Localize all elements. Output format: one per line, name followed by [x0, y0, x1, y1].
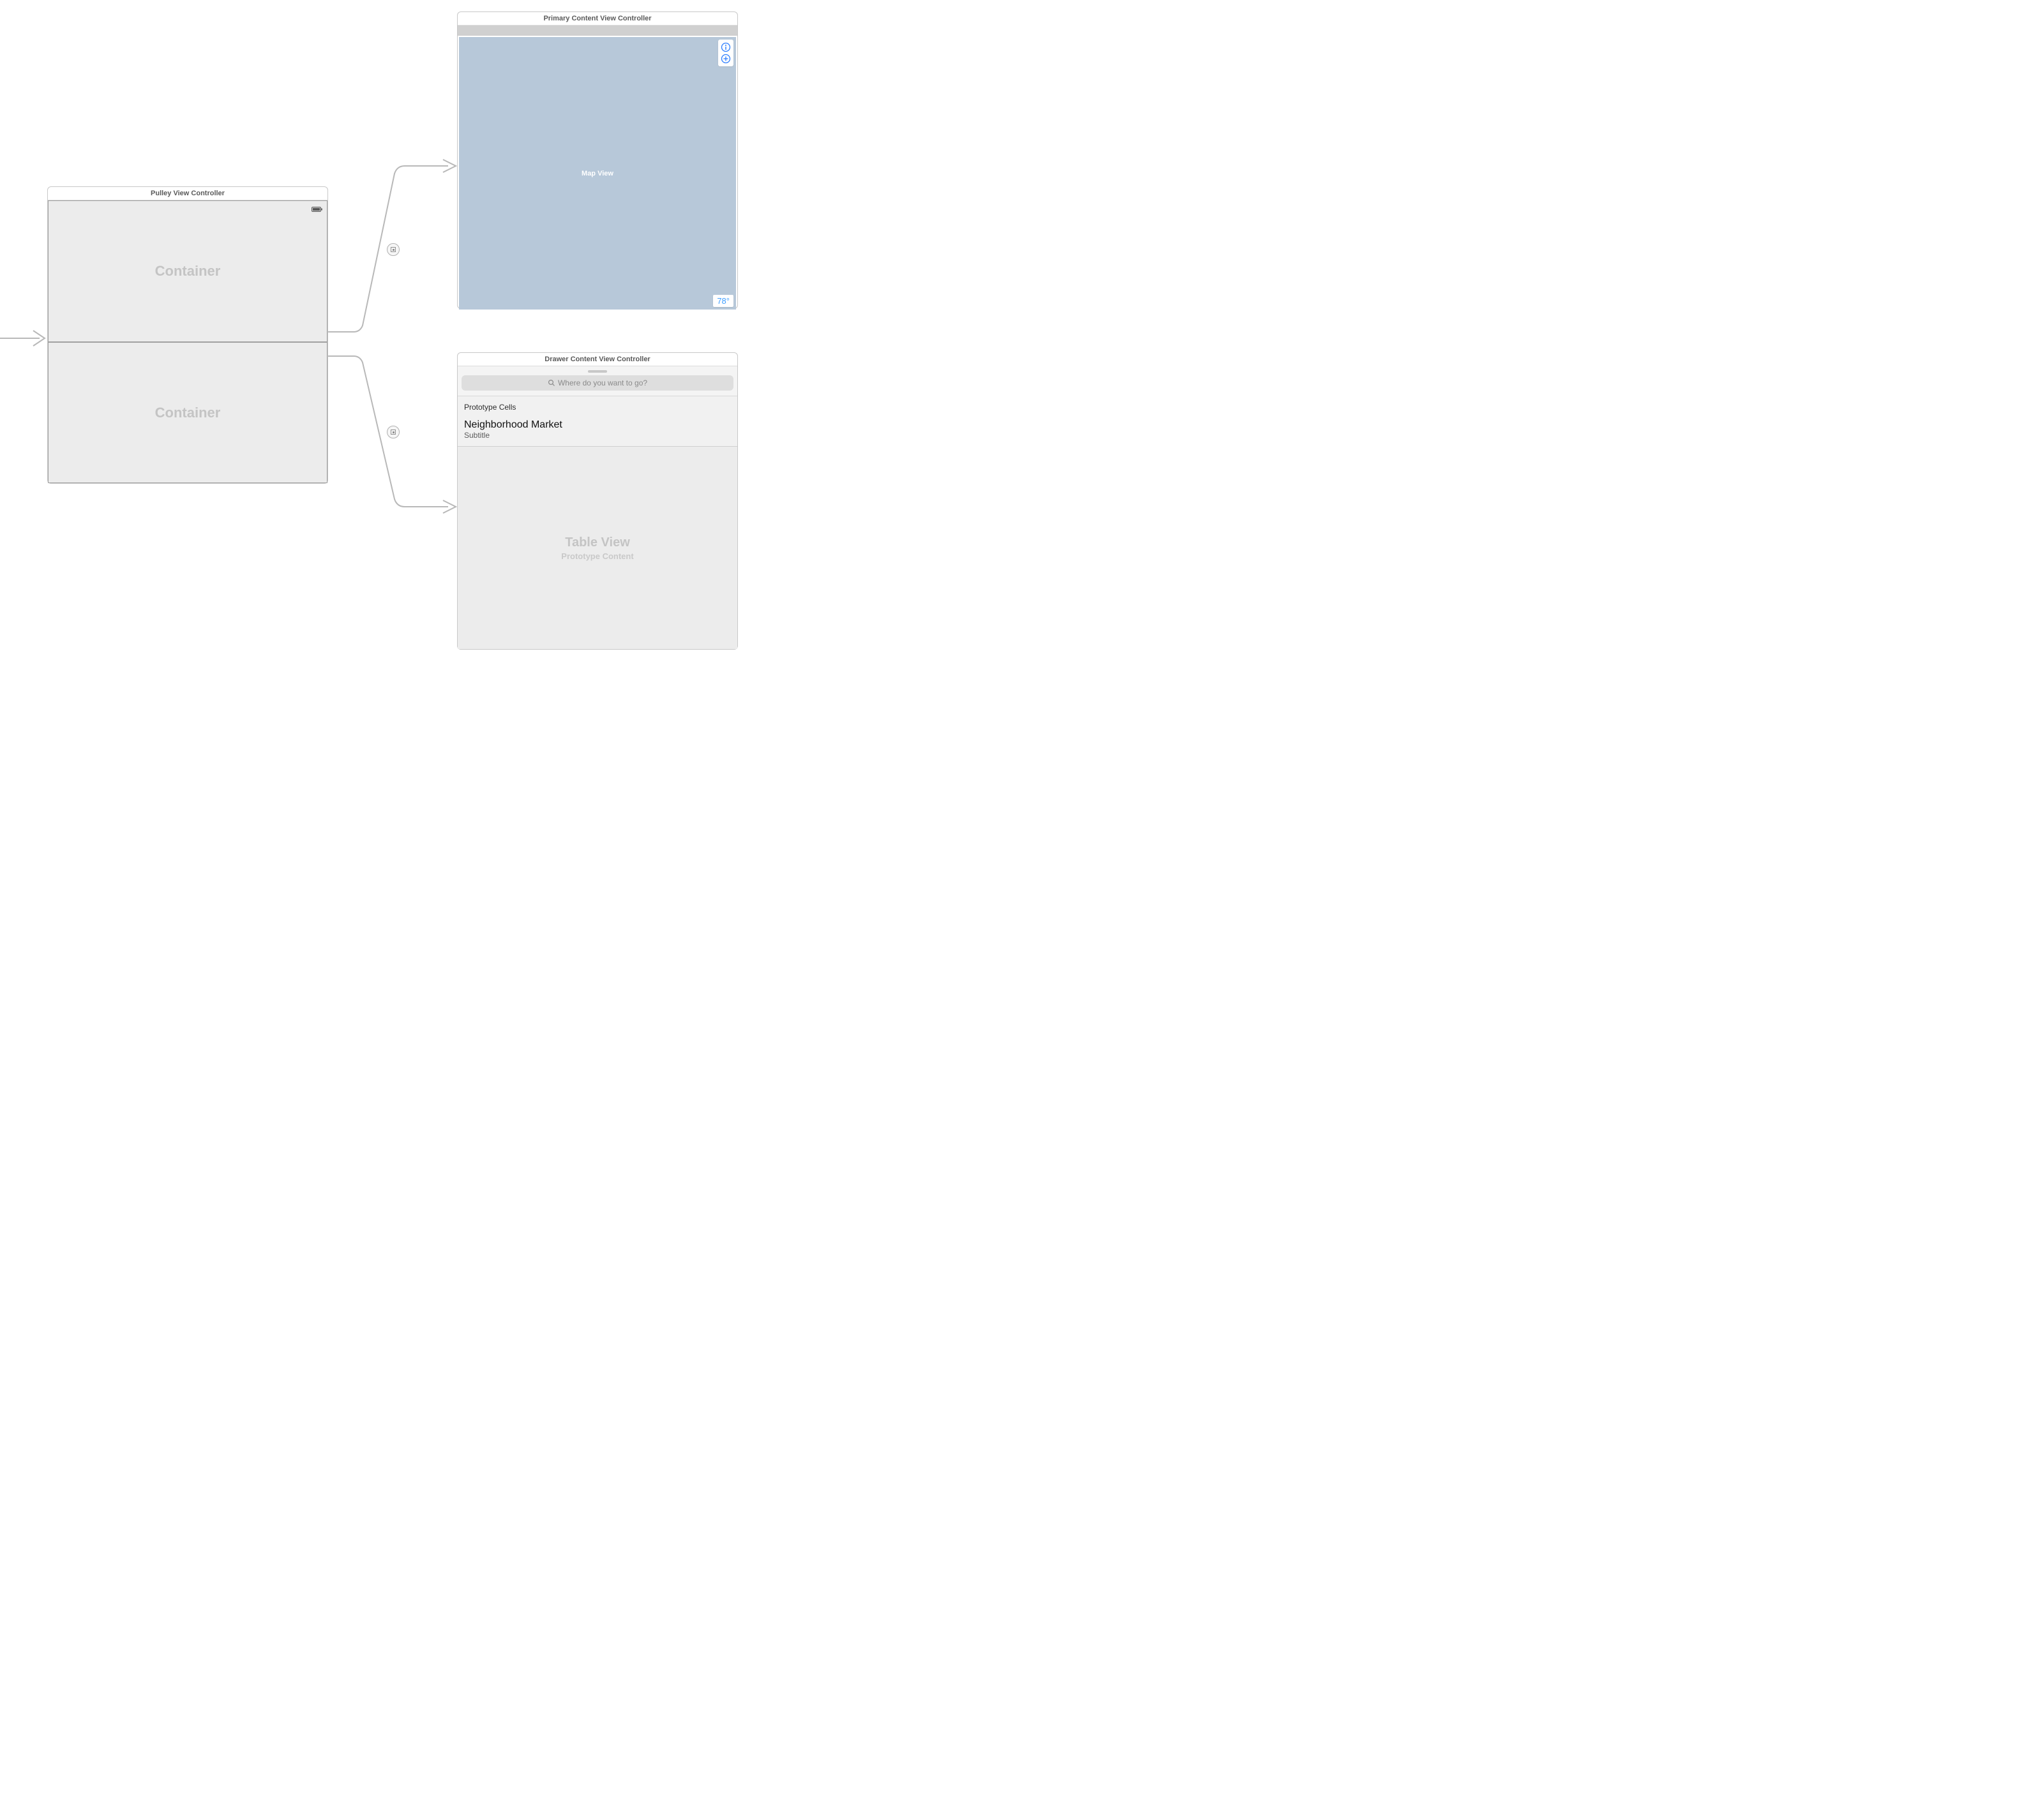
- drawer-scene[interactable]: Drawer Content View Controller Where do …: [457, 352, 738, 650]
- map-overlay-buttons: [718, 40, 733, 66]
- container-bottom-label: Container: [155, 405, 221, 421]
- pulley-scene[interactable]: Pulley View Controller Container Contain…: [47, 186, 328, 484]
- search-input[interactable]: Where do you want to go?: [462, 375, 733, 391]
- prototype-cells-header: Prototype Cells: [458, 396, 737, 417]
- map-view-label: Map View: [582, 170, 613, 177]
- cell-title: Neighborhood Market: [464, 419, 731, 431]
- primary-scene[interactable]: Primary Content View Controller Map View…: [457, 11, 738, 309]
- battery-icon: [312, 204, 323, 209]
- container-top[interactable]: Container: [48, 200, 327, 342]
- temperature-badge[interactable]: 78°: [713, 295, 733, 307]
- info-icon[interactable]: [720, 41, 732, 53]
- container-bottom[interactable]: Container: [48, 342, 327, 483]
- tableview-sublabel: Prototype Content: [561, 551, 633, 561]
- cell-subtitle: Subtitle: [464, 431, 731, 440]
- map-view[interactable]: Map View 78°: [459, 37, 736, 310]
- primary-scene-title: Primary Content View Controller: [458, 12, 737, 26]
- plus-icon[interactable]: [720, 53, 732, 64]
- drawer-scene-title: Drawer Content View Controller: [458, 353, 737, 366]
- segue-anchor-bottom[interactable]: [387, 426, 400, 438]
- tableview-label: Table View: [565, 535, 630, 550]
- map-status-bar: [458, 26, 737, 36]
- table-row[interactable]: Neighborhood Market Subtitle: [458, 417, 737, 447]
- gripper-handle[interactable]: [588, 370, 607, 373]
- drawer-header: Where do you want to go?: [458, 366, 737, 396]
- segue-anchor-top[interactable]: [387, 243, 400, 256]
- search-placeholder: Where do you want to go?: [558, 378, 647, 387]
- search-icon: [548, 379, 555, 387]
- pulley-scene-title: Pulley View Controller: [48, 187, 327, 200]
- entry-arrow: [0, 325, 51, 351]
- table-view-placeholder: Table View Prototype Content: [458, 447, 737, 649]
- container-top-label: Container: [155, 263, 221, 280]
